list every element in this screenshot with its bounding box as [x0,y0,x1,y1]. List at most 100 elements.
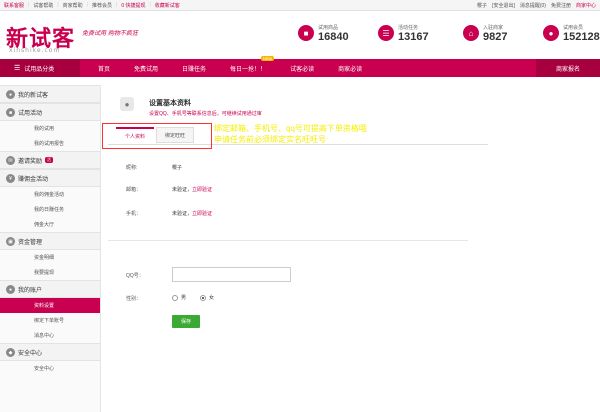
nav-item-daily-grab[interactable]: 每日一抢！！ NEW [218,55,278,73]
main-content: ● 设置基本资料 设置QQ、手机号等联系信息后，可继续试用通过审 个人资料 绑定… [102,85,600,412]
stat-value: 152128 [563,31,600,43]
qq-input[interactable] [172,267,291,282]
nav-item-free-trial[interactable]: 免费试用 [122,64,170,73]
user-icon: ● [6,90,15,99]
sidebar-item-trial-reports[interactable]: 我的试用报告 [0,136,100,151]
sidebar-group-funds[interactable]: ▣ 资金管理 [0,232,100,250]
email-row: 邮箱： 未验证，立即验证 [126,186,212,193]
account-icon: ● [6,285,15,294]
logout-link[interactable]: [安全退出] [492,2,515,9]
nav-item-daily-tasks[interactable]: 日赚任务 [170,64,218,73]
sidebar-item-fund-details[interactable]: 资金明细 [0,250,100,265]
separator: | [149,2,151,8]
stat-label: 活动任务 [398,25,419,31]
gender-label: 性别： [126,296,142,302]
wallet-icon: ▣ [6,237,15,246]
category-menu-button[interactable]: ☰ 试用品分类 [0,59,80,77]
nickname-label: 昵称: [126,165,138,171]
annotation-line: 绑定邮箱、手机号、qq号可提高下单资格哦 [214,124,367,133]
verify-phone-link[interactable]: 立即验证 [192,211,212,217]
sidebar-item-profile-settings[interactable]: 资料设置 [0,298,100,313]
recommend-member-link[interactable]: 推荐会员 [92,2,112,9]
sidebar-item-message-center[interactable]: 消息中心 [0,328,100,343]
nav-item-home[interactable]: 首页 [86,64,122,73]
annotation-note: 绑定邮箱、手机号、qq号可提高下单资格哦 申请任务前必须绑定实名旺旺号 [214,123,367,145]
separator: | [28,2,30,8]
sidebar-item-daily-tasks[interactable]: 我的日赚任务 [0,202,100,217]
gift-icon: ■ [6,108,15,117]
stat-merchants: ⌂ 入驻商家 9827 [463,24,507,43]
contact-service-link[interactable]: 联系客服 [4,2,24,9]
sidebar-item-bind-order-account[interactable]: 绑定下单账号 [0,313,100,328]
bookmark-link[interactable]: 收藏新试客 [155,2,180,9]
sidebar-group-trial[interactable]: ■ 试用活动 [0,103,100,121]
email-label: 邮箱： [126,187,142,193]
nav-item-merchant-guide[interactable]: 商家必读 [326,64,374,73]
sidebar-group-label: 试用活动 [18,110,43,117]
nickname-value: 樱子 [172,165,183,171]
sidebar-group-security[interactable]: ◆ 安全中心 [0,343,100,361]
merchant-center-link[interactable]: 商家中心 [576,2,596,9]
shop-icon: ⌂ [463,25,479,41]
qq-label: QQ号： [126,273,144,279]
stat-members: ● 试用会员 152128 [543,24,600,43]
separator: | [116,2,118,8]
gender-female-radio[interactable]: 女 [200,294,214,301]
new-badge: NEW [260,55,275,61]
sidebar-group-my-account-home[interactable]: ● 我的新试客 [0,85,100,103]
merchant-help-link[interactable]: 商家帮助 [63,2,83,9]
stat-label: 入驻商家 [483,25,504,31]
sidebar-group-label: 我的新试客 [18,92,49,99]
sidebar-group-commission[interactable]: ¥ 赚佣金活动 [0,169,100,187]
message-link[interactable]: 消息提醒(0) [520,2,546,9]
username[interactable]: 樱子 [477,2,487,9]
register-link[interactable]: 免费注册 [551,2,571,9]
list-icon: ☰ [378,25,394,41]
tester-help-link[interactable]: 试客帮助 [33,2,53,9]
merchant-signup-button[interactable]: 商家报名 [536,59,600,77]
activity-badge: 活 [45,157,54,163]
gender-male-radio[interactable]: 男 [172,294,186,301]
stat-value: 13167 [398,31,429,43]
sidebar-group-label: 我的账户 [18,287,43,294]
divider [108,240,468,241]
sidebar-item-my-trials[interactable]: 我的试用 [0,121,100,136]
email-status: 未验证，立即验证 [172,186,212,193]
sidebar-item-commission-activities[interactable]: 我的佣金活动 [0,187,100,202]
sidebar-item-commission-hall[interactable]: 佣金大厅 [0,217,100,232]
stat-tasks: ☰ 活动任务 13167 [378,24,429,43]
sidebar-group-my-account[interactable]: ● 我的账户 [0,280,100,298]
category-label: 试用品分类 [24,66,55,73]
highlight-box [102,123,212,149]
sidebar-group-label: 资金管理 [18,239,43,246]
stat-label: 试用会员 [563,25,584,31]
header: 新试客 xinshike.com 免费试用 购物不疯狂 ■ 试用商品 16840… [0,11,600,58]
phone-status: 未验证，立即验证 [172,210,212,217]
email-status-text: 未验证， [172,187,193,193]
logo-domain: xinshike.com [9,47,61,54]
phone-status-text: 未验证， [172,211,193,217]
sidebar-item-withdraw[interactable]: 我要提现 [0,265,100,280]
main-nav: ☰ 试用品分类 首页 免费试用 日赚任务 每日一抢！！ NEW 试客必读 商家必… [0,55,600,77]
quick-withdraw-link[interactable]: 0 快捷提现 [121,2,145,9]
stat-value: 16840 [318,31,349,43]
sidebar: ● 我的新试客 ■ 试用活动 我的试用 我的试用报告 ✉ 邀请奖励 活 ¥ 赚佣… [0,85,101,412]
save-button[interactable]: 保存 [172,315,200,328]
annotation-line: 申请任务前必须绑定实名旺旺号 [214,135,326,144]
sidebar-group-invite[interactable]: ✉ 邀请奖励 活 [0,151,100,169]
verify-email-link[interactable]: 立即验证 [192,187,212,193]
page-subtitle: 设置QQ、手机号等联系信息后，可继续试用通过审 [149,111,262,117]
radio-label: 女 [209,295,215,301]
mail-icon: ✉ [6,156,15,165]
user-icon: ● [543,25,559,41]
radio-circle-selected [200,294,206,301]
sidebar-item-security-center[interactable]: 安全中心 [0,361,100,376]
stat-value: 9827 [483,31,508,43]
phone-label: 手机： [126,211,142,217]
sidebar-group-label: 安全中心 [18,350,43,357]
page-title: 设置基本资料 [149,100,191,107]
gender-row: 性别： [126,295,141,302]
sidebar-group-label: 邀请奖励 [18,158,43,165]
radio-circle [172,294,178,301]
nav-item-tester-guide[interactable]: 试客必读 [278,64,326,73]
